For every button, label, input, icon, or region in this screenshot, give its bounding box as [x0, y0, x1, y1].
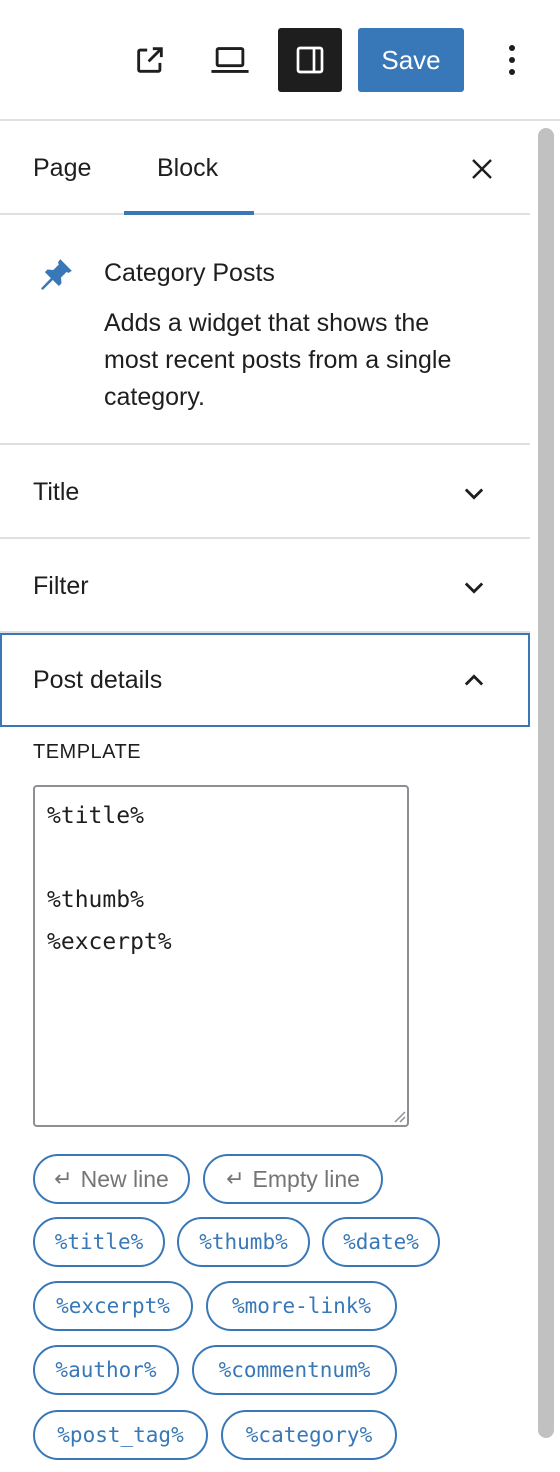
chevron-down-icon [464, 582, 484, 594]
panel-filter-label: Filter [33, 572, 89, 600]
empty-line-label: Empty line [252, 1165, 360, 1192]
block-card: Category Posts Adds a widget that shows … [0, 215, 530, 445]
scrollbar-thumb[interactable] [538, 128, 554, 1438]
resize-handle-icon[interactable] [390, 1107, 406, 1123]
block-name: Category Posts [104, 259, 275, 287]
insert-title-button[interactable]: %title% [33, 1217, 165, 1267]
settings-sidebar: Page Block Category Posts Adds a widget … [0, 121, 530, 1472]
more-vertical-icon[interactable] [480, 28, 544, 92]
insert-author-button[interactable]: %author% [33, 1345, 179, 1395]
tab-page[interactable]: Page [33, 121, 91, 215]
insert-excerpt-button[interactable]: %excerpt% [33, 1281, 193, 1331]
return-icon: ↵ [54, 1166, 73, 1191]
external-link-icon[interactable] [118, 28, 182, 92]
panel-filter[interactable]: Filter [0, 539, 530, 633]
sidebar-tabs: Page Block [0, 121, 530, 215]
sidebar-toggle-icon[interactable] [278, 28, 342, 92]
insert-thumb-button[interactable]: %thumb% [177, 1217, 310, 1267]
panel-post-details-label: Post details [33, 666, 163, 694]
insert-date-button[interactable]: %date% [322, 1217, 440, 1267]
insert-category-button[interactable]: %category% [221, 1410, 397, 1460]
close-icon[interactable] [462, 149, 502, 189]
panel-title[interactable]: Title [0, 445, 530, 539]
panel-post-details[interactable]: Post details [0, 633, 530, 727]
chevron-down-icon [464, 488, 484, 500]
insert-more-link-button[interactable]: %more-link% [206, 1281, 397, 1331]
editor-toolbar: Save [0, 0, 560, 121]
template-textarea[interactable] [33, 785, 409, 1127]
panel-title-label: Title [33, 478, 80, 506]
insert-post-tag-button[interactable]: %post_tag% [33, 1410, 208, 1460]
template-label: TEMPLATE [33, 741, 142, 763]
pin-icon [36, 255, 76, 295]
chevron-up-icon [464, 674, 484, 686]
empty-line-button[interactable]: ↵ Empty line [203, 1154, 383, 1204]
new-line-button[interactable]: ↵ New line [33, 1154, 190, 1204]
save-button[interactable]: Save [358, 28, 464, 92]
tab-block[interactable]: Block [157, 121, 218, 215]
block-description: Adds a widget that shows the most recent… [104, 309, 452, 411]
insert-commentnum-button[interactable]: %commentnum% [192, 1345, 397, 1395]
laptop-icon[interactable] [198, 28, 262, 92]
return-icon: ↵ [226, 1166, 245, 1191]
new-line-label: New line [80, 1165, 169, 1192]
